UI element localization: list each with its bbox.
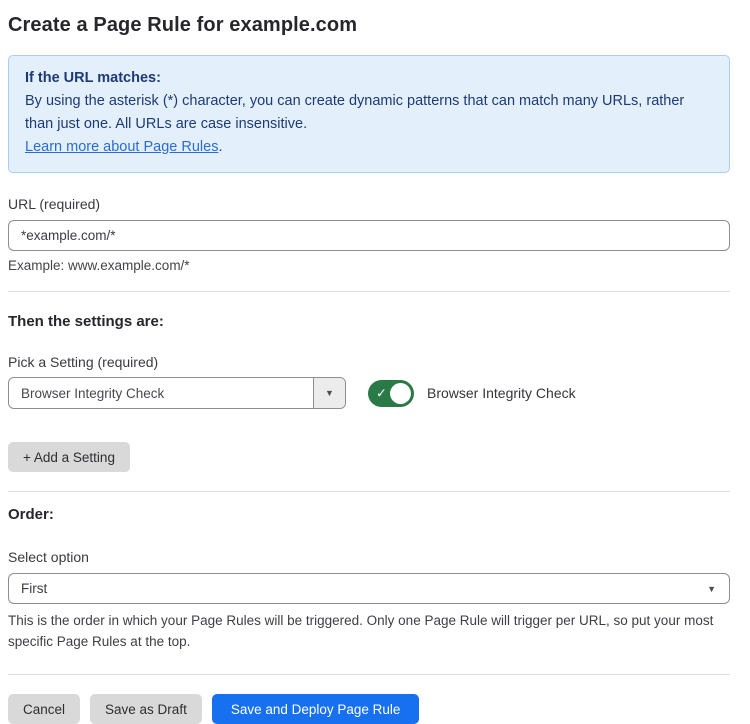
checkmark-icon: ✓ bbox=[376, 387, 387, 400]
divider bbox=[8, 291, 730, 292]
url-label: URL (required) bbox=[8, 196, 730, 212]
url-input[interactable] bbox=[8, 220, 730, 251]
page-title: Create a Page Rule for example.com bbox=[8, 14, 730, 37]
info-link-period: . bbox=[218, 139, 222, 155]
setting-row: Browser Integrity Check ▼ ✓ Browser Inte… bbox=[8, 377, 730, 409]
info-box-heading: If the URL matches: bbox=[25, 67, 713, 90]
create-page-rule-form: Create a Page Rule for example.com If th… bbox=[0, 0, 750, 724]
select-option-label: Select option bbox=[8, 549, 730, 565]
chevron-down-icon: ▼ bbox=[707, 584, 716, 594]
settings-section-heading: Then the settings are: bbox=[8, 313, 730, 330]
url-match-info-box: If the URL matches: By using the asteris… bbox=[8, 55, 730, 173]
toggle-label: Browser Integrity Check bbox=[427, 385, 576, 401]
setting-dropdown[interactable]: Browser Integrity Check ▼ bbox=[8, 377, 346, 409]
pick-setting-label: Pick a Setting (required) bbox=[8, 354, 730, 370]
info-link-row: Learn more about Page Rules. bbox=[25, 136, 713, 159]
order-helper-text: This is the order in which your Page Rul… bbox=[8, 610, 730, 652]
browser-integrity-toggle[interactable]: ✓ bbox=[368, 380, 414, 407]
divider bbox=[8, 491, 730, 492]
learn-more-link[interactable]: Learn more about Page Rules bbox=[25, 139, 218, 155]
chevron-down-icon[interactable]: ▼ bbox=[313, 378, 345, 408]
toggle-knob bbox=[390, 383, 411, 404]
setting-toggle-group: ✓ Browser Integrity Check bbox=[368, 380, 576, 407]
info-box-body: By using the asterisk (*) character, you… bbox=[25, 90, 701, 136]
order-select[interactable]: First ▼ bbox=[8, 573, 730, 604]
setting-dropdown-value: Browser Integrity Check bbox=[9, 378, 313, 408]
add-setting-button[interactable]: + Add a Setting bbox=[8, 442, 130, 472]
order-section-heading: Order: bbox=[8, 506, 730, 523]
url-example-helper: Example: www.example.com/* bbox=[8, 258, 730, 273]
order-select-value: First bbox=[21, 581, 47, 596]
divider bbox=[8, 674, 730, 675]
